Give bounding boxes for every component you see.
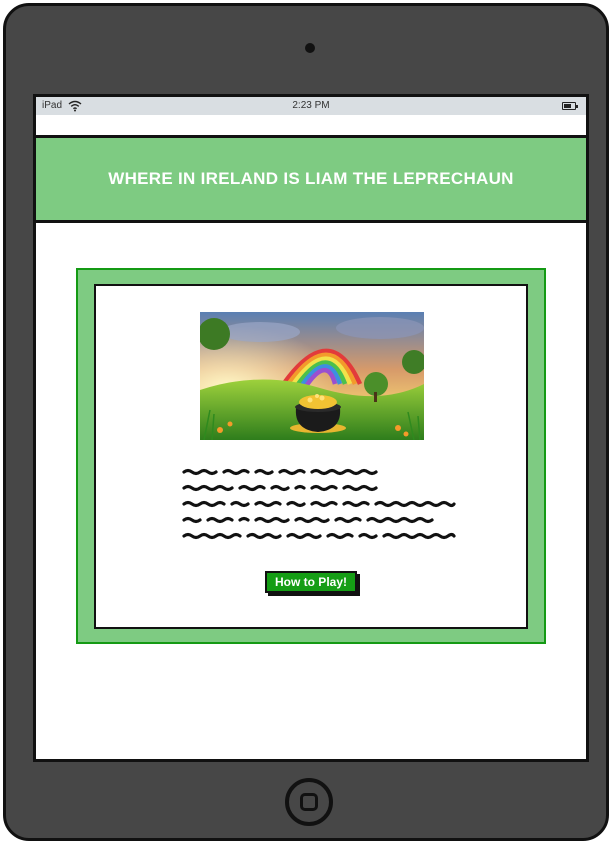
camera-icon xyxy=(305,43,315,53)
home-button[interactable] xyxy=(285,778,333,826)
page-header: WHERE IN IRELAND IS LIAM THE LEPRECHAUN xyxy=(36,135,586,223)
intro-card: How to Play! xyxy=(76,268,546,644)
page-title: WHERE IN IRELAND IS LIAM THE LEPRECHAUN xyxy=(108,169,514,188)
status-bar: iPad 2:23 PM xyxy=(36,97,586,115)
battery-icon xyxy=(562,102,578,110)
how-to-play-button[interactable]: How to Play! xyxy=(265,571,357,593)
rainbow-pot-of-gold-image xyxy=(200,312,424,440)
intro-card-content: How to Play! xyxy=(94,284,528,629)
device-screen: iPad 2:23 PM WHERE IN IRELAND IS LIAM TH… xyxy=(33,94,589,762)
ipad-device-frame: iPad 2:23 PM WHERE IN IRELAND IS LIAM TH… xyxy=(3,3,609,841)
obscured-description-text xyxy=(182,468,456,540)
status-time: 2:23 PM xyxy=(292,100,330,111)
home-square-icon xyxy=(300,793,318,811)
